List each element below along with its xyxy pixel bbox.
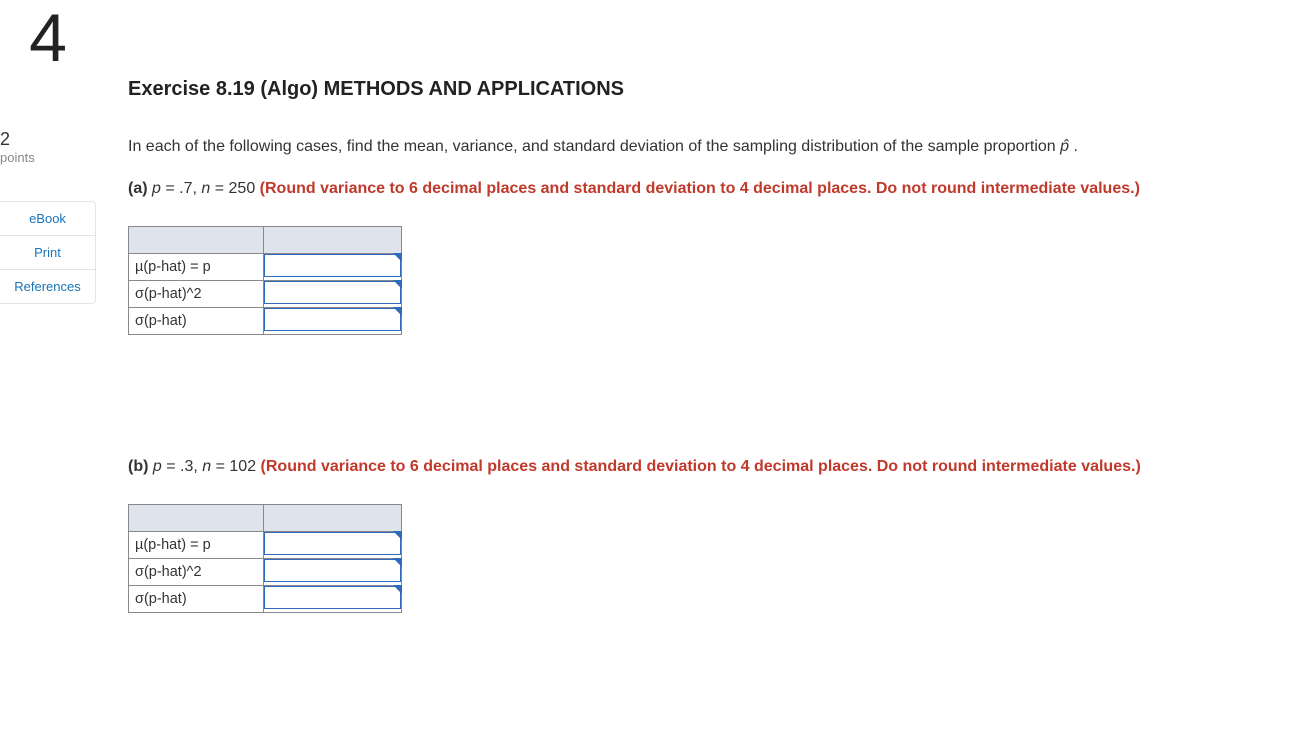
part-a-label: (a) xyxy=(128,180,148,197)
input-a-mu[interactable] xyxy=(264,254,401,277)
intro-text: In each of the following cases, find the… xyxy=(128,138,1060,155)
table-row: σ(p-hat)^2 xyxy=(129,559,402,586)
flag-icon xyxy=(393,253,402,262)
row-label-sd: σ(p-hat) xyxy=(129,586,264,613)
part-b-p-var: p xyxy=(153,458,162,475)
references-link[interactable]: References xyxy=(0,270,95,303)
points-label: points xyxy=(0,150,96,165)
header-blank-input xyxy=(264,505,402,532)
part-b-lead: (b) p = .3, n = 102 (Round variance to 6… xyxy=(128,455,1298,478)
row-input-cell-var xyxy=(264,559,402,586)
flag-icon xyxy=(393,531,402,540)
row-label-mu: µ(p-hat) = p xyxy=(129,532,264,559)
part-a-n-eq: = 250 xyxy=(210,180,259,197)
part-a: (a) p = .7, n = 250 (Round variance to 6… xyxy=(128,177,1298,335)
intro-tail: . xyxy=(1069,138,1078,155)
part-b-n-var: n xyxy=(202,458,211,475)
ebook-link[interactable]: eBook xyxy=(0,202,95,236)
table-row: µ(p-hat) = p xyxy=(129,254,402,281)
row-input-cell-mu xyxy=(264,254,402,281)
part-a-instructions: (Round variance to 6 decimal places and … xyxy=(260,180,1140,197)
part-b-n-eq: = 102 xyxy=(211,458,260,475)
print-link[interactable]: Print xyxy=(0,236,95,270)
row-label-var: σ(p-hat)^2 xyxy=(129,559,264,586)
row-input-cell-sd xyxy=(264,586,402,613)
row-label-var: σ(p-hat)^2 xyxy=(129,281,264,308)
row-label-sd: σ(p-hat) xyxy=(129,308,264,335)
table-row: σ(p-hat)^2 xyxy=(129,281,402,308)
input-b-mu[interactable] xyxy=(264,532,401,555)
input-b-sd[interactable] xyxy=(264,586,401,609)
question-number: 4 xyxy=(0,0,96,72)
part-a-p-eq: = .7, xyxy=(161,180,201,197)
table-row: σ(p-hat) xyxy=(129,586,402,613)
sidebar-links: eBook Print References xyxy=(0,201,96,304)
table-header-row xyxy=(129,505,402,532)
header-blank-label xyxy=(129,227,264,254)
part-b-table: µ(p-hat) = p σ(p-hat)^2 σ(p-hat) xyxy=(128,504,402,613)
p-hat-symbol: p̂ xyxy=(1060,138,1069,155)
points-block: 2 points xyxy=(0,130,96,165)
part-a-lead: (a) p = .7, n = 250 (Round variance to 6… xyxy=(128,177,1298,200)
part-b-p-eq: = .3, xyxy=(162,458,202,475)
header-blank-label xyxy=(129,505,264,532)
flag-icon xyxy=(393,558,402,567)
row-input-cell-mu xyxy=(264,532,402,559)
part-a-p-var: p xyxy=(152,180,161,197)
table-row: σ(p-hat) xyxy=(129,308,402,335)
points-value: 2 xyxy=(0,130,96,150)
row-label-mu: µ(p-hat) = p xyxy=(129,254,264,281)
row-input-cell-var xyxy=(264,281,402,308)
flag-icon xyxy=(393,585,402,594)
exercise-title: Exercise 8.19 (Algo) METHODS AND APPLICA… xyxy=(128,78,1298,101)
part-b: (b) p = .3, n = 102 (Round variance to 6… xyxy=(128,455,1298,613)
input-a-var[interactable] xyxy=(264,281,401,304)
input-a-sd[interactable] xyxy=(264,308,401,331)
row-input-cell-sd xyxy=(264,308,402,335)
flag-icon xyxy=(393,307,402,316)
flag-icon xyxy=(393,280,402,289)
part-b-instructions: (Round variance to 6 decimal places and … xyxy=(261,458,1141,475)
header-blank-input xyxy=(264,227,402,254)
part-a-n-var: n xyxy=(201,180,210,197)
part-b-label: (b) xyxy=(128,458,148,475)
sidebar: 4 2 points eBook Print References xyxy=(0,0,96,724)
input-b-var[interactable] xyxy=(264,559,401,582)
main-content: Exercise 8.19 (Algo) METHODS AND APPLICA… xyxy=(128,0,1306,733)
table-row: µ(p-hat) = p xyxy=(129,532,402,559)
table-header-row xyxy=(129,227,402,254)
part-a-table: µ(p-hat) = p σ(p-hat)^2 σ(p-hat) xyxy=(128,226,402,335)
intro-paragraph: In each of the following cases, find the… xyxy=(128,135,1298,159)
